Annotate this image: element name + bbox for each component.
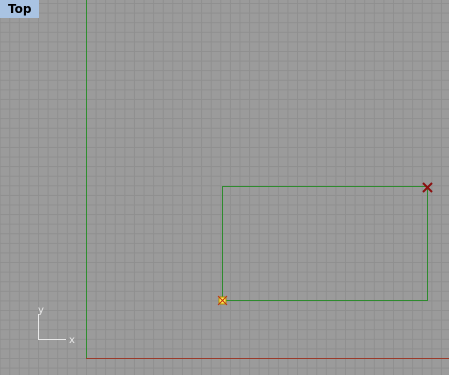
rectangle-curve[interactable] xyxy=(222,186,428,301)
world-axes-icon: y x xyxy=(38,305,75,346)
axes-icon-y-label: y xyxy=(38,305,44,316)
axes-icon-x-label: x xyxy=(69,335,75,346)
top-viewport[interactable]: Top y x xyxy=(0,0,449,375)
start-point-marker[interactable] xyxy=(217,295,228,306)
viewport-title-tab[interactable]: Top xyxy=(0,0,40,18)
viewport-canvas[interactable]: y x xyxy=(0,0,449,375)
